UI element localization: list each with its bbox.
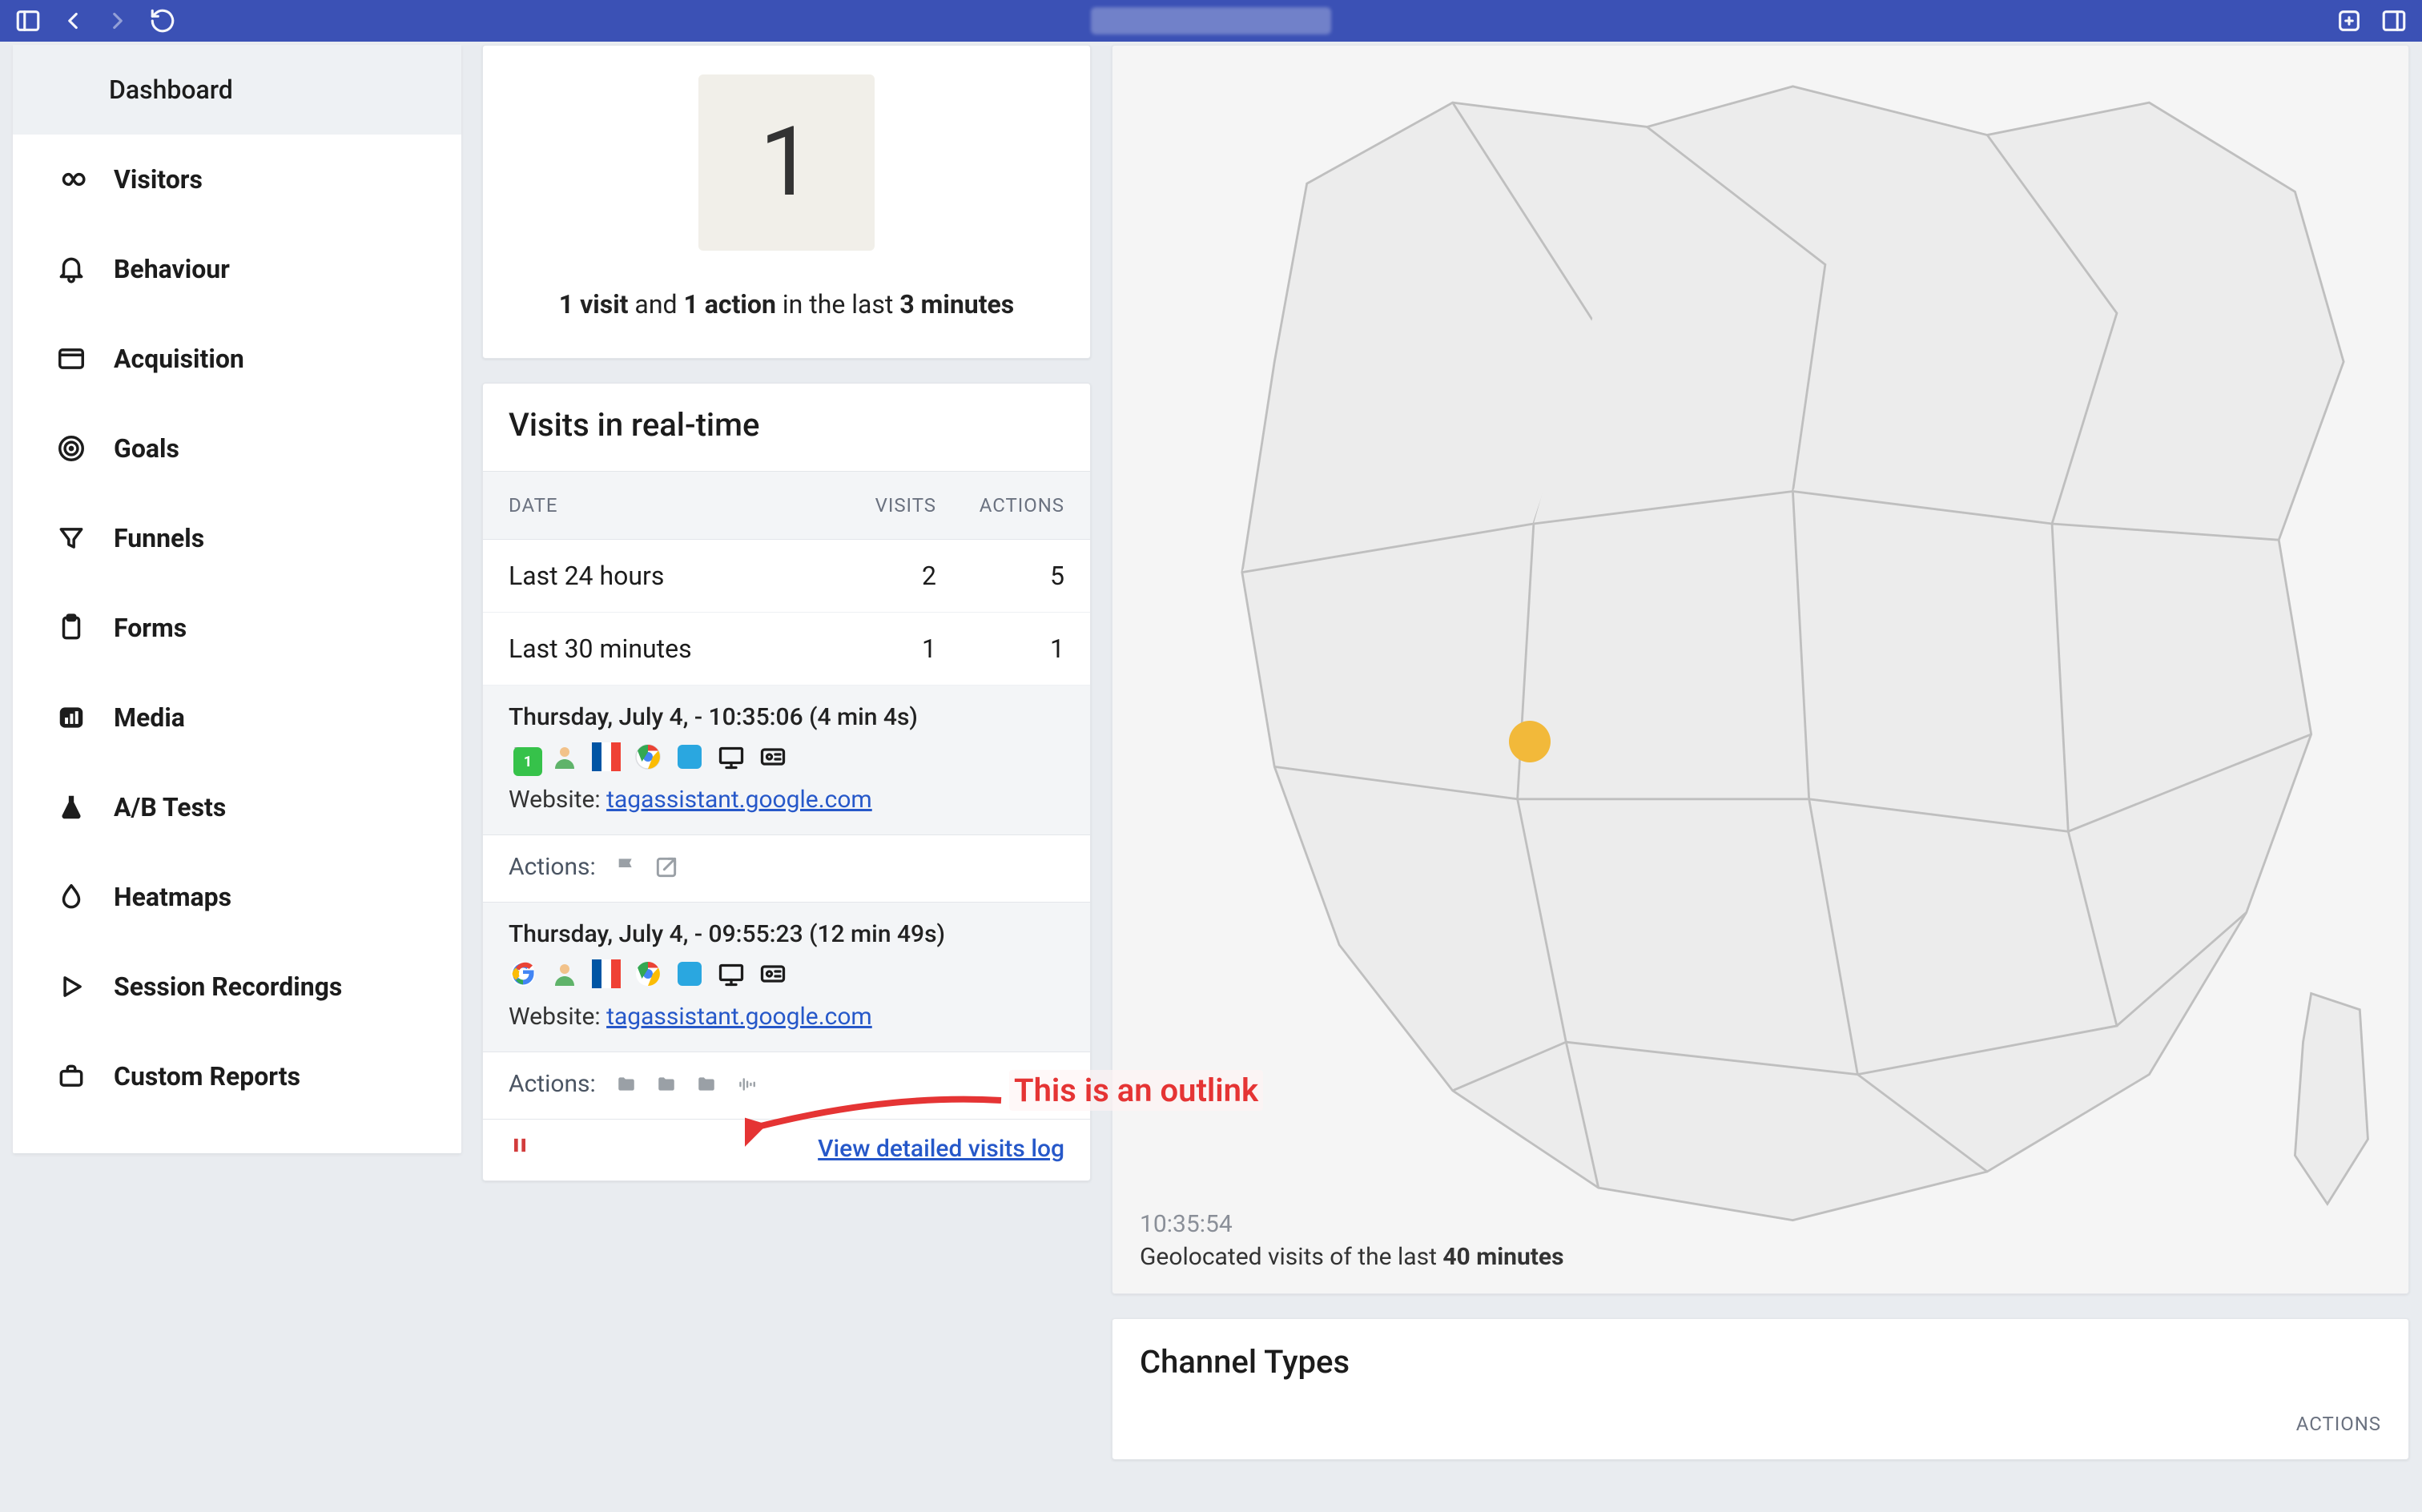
visit-count-badge: 1	[513, 747, 542, 776]
sidebar-toggle-icon[interactable]	[14, 7, 42, 34]
browser-chrome-icon	[634, 742, 662, 771]
visit-entry[interactable]: Thursday, July 4, - 09:55:23 (12 min 49s…	[483, 903, 1090, 1052]
sidebar-item-recordings[interactable]: Session Recordings	[13, 942, 461, 1031]
sidebar-item-funnels[interactable]: Funnels	[13, 493, 461, 583]
nav-forward-icon	[104, 7, 131, 34]
browser-chrome-icon	[634, 959, 662, 988]
sidebar-item-customreports[interactable]: Custom Reports	[13, 1031, 461, 1121]
sidebar-label: Funnels	[114, 523, 204, 553]
briefcase-icon	[56, 1061, 86, 1092]
flag-icon[interactable]	[614, 855, 639, 880]
folder-icon[interactable]	[614, 1074, 639, 1095]
sidebar-item-forms[interactable]: Forms	[13, 583, 461, 673]
france-map	[1112, 46, 2408, 1293]
realtime-counter-card: 1 1 visit and 1 action in the last 3 min…	[482, 45, 1091, 359]
sidebar-item-heatmaps[interactable]: Heatmaps	[13, 852, 461, 942]
os-mac-icon	[675, 959, 704, 988]
sidebar-item-goals[interactable]: Goals	[13, 404, 461, 493]
visitor-icon	[550, 742, 579, 771]
source-google-icon	[509, 959, 537, 988]
filter-icon	[56, 523, 86, 553]
realtime-row: Last 24 hours 2 5	[483, 540, 1090, 613]
sidebar-label: Session Recordings	[114, 971, 342, 1002]
sidebar-item-visitors[interactable]: Visitors	[13, 135, 461, 224]
equalizer-icon[interactable]	[734, 1074, 759, 1095]
website-link[interactable]: tagassistant.google.com	[606, 786, 872, 814]
main-sidebar: Dashboard Visitors Behaviour Acquisition…	[13, 45, 461, 1153]
flag-icon: 1	[509, 742, 537, 771]
panel-right-icon[interactable]	[2380, 7, 2408, 34]
folder-icon[interactable]	[694, 1074, 719, 1095]
sidebar-item-abtests[interactable]: A/B Tests	[13, 762, 461, 852]
channel-title: Channel Types	[1140, 1343, 1350, 1381]
url-bar-blurred[interactable]	[1091, 7, 1331, 34]
browser-chrome	[0, 0, 2422, 42]
map-timestamp: 10:35:54	[1140, 1210, 1564, 1238]
outlink-icon[interactable]	[654, 855, 679, 880]
device-desktop-icon	[717, 959, 746, 988]
bell-icon	[56, 254, 86, 284]
infinity-icon	[56, 164, 86, 195]
sidebar-item-behaviour[interactable]: Behaviour	[13, 224, 461, 314]
sidebar-label: Behaviour	[114, 254, 230, 284]
chart-icon	[56, 702, 86, 733]
map-caption: 10:35:54 Geolocated visits of the last 4…	[1140, 1210, 1564, 1271]
device-desktop-icon	[717, 742, 746, 771]
target-icon	[56, 433, 86, 464]
sidebar-label: Dashboard	[109, 74, 233, 105]
drop-icon	[56, 882, 86, 912]
visitor-icon	[550, 959, 579, 988]
sidebar-item-acquisition[interactable]: Acquisition	[13, 314, 461, 404]
realtime-title: Visits in real-time	[483, 384, 1090, 471]
sidebar-item-dashboard[interactable]: Dashboard	[13, 45, 461, 135]
country-flag-france-icon	[592, 746, 621, 767]
counter-text: 1 visit and 1 action in the last 3 minut…	[507, 286, 1066, 323]
realtime-table-header: DATE VISITS ACTIONS	[483, 471, 1090, 540]
col-date: DATE	[509, 494, 808, 517]
detailed-log-link[interactable]: View detailed visits log	[818, 1135, 1064, 1163]
sidebar-label: Acquisition	[114, 344, 244, 374]
big-number: 1	[698, 74, 875, 251]
visit-actions-row: Actions:	[483, 1052, 1090, 1120]
sidebar-label: Heatmaps	[114, 882, 231, 912]
country-flag-france-icon	[592, 963, 621, 984]
sidebar-label: Goals	[114, 433, 179, 464]
folder-icon[interactable]	[654, 1074, 679, 1095]
realtime-map-card[interactable]: 10:35:54 Geolocated visits of the last 4…	[1112, 45, 2409, 1294]
channel-actions-header: ACTIONS	[2296, 1413, 2381, 1435]
reload-icon[interactable]	[149, 7, 176, 34]
sidebar-label: A/B Tests	[114, 792, 226, 822]
visit-timestamp: Thursday, July 4, - 09:55:23 (12 min 49s…	[509, 920, 1064, 948]
sidebar-item-media[interactable]: Media	[13, 673, 461, 762]
os-mac-icon	[675, 742, 704, 771]
nav-back-icon[interactable]	[59, 7, 86, 34]
clipboard-icon	[56, 613, 86, 643]
sidebar-label: Forms	[114, 613, 187, 643]
visit-website: Website: tagassistant.google.com	[509, 1003, 1064, 1031]
realtime-visits-card: Visits in real-time DATE VISITS ACTIONS …	[482, 383, 1091, 1181]
col-actions: ACTIONS	[936, 494, 1064, 517]
col-visits: VISITS	[808, 494, 936, 517]
sidebar-label: Visitors	[114, 164, 203, 195]
map-visit-dot[interactable]	[1509, 721, 1551, 762]
sidebar-label: Custom Reports	[114, 1061, 300, 1092]
visit-website: Website: tagassistant.google.com	[509, 786, 1064, 814]
id-card-icon	[758, 742, 787, 771]
share-icon[interactable]	[2336, 7, 2363, 34]
id-card-icon	[758, 959, 787, 988]
window-icon	[56, 344, 86, 374]
sidebar-label: Media	[114, 702, 185, 733]
play-icon	[56, 971, 86, 1002]
visit-entry[interactable]: Thursday, July 4, - 10:35:06 (4 min 4s) …	[483, 686, 1090, 835]
flask-icon	[56, 792, 86, 822]
pause-button[interactable]	[509, 1134, 531, 1163]
realtime-row: Last 30 minutes 1 1	[483, 613, 1090, 686]
website-link[interactable]: tagassistant.google.com	[606, 1003, 872, 1031]
channel-types-card: Channel Types ACTIONS	[1112, 1318, 2409, 1460]
visit-timestamp: Thursday, July 4, - 10:35:06 (4 min 4s)	[509, 703, 1064, 731]
visit-actions-row: Actions:	[483, 835, 1090, 903]
